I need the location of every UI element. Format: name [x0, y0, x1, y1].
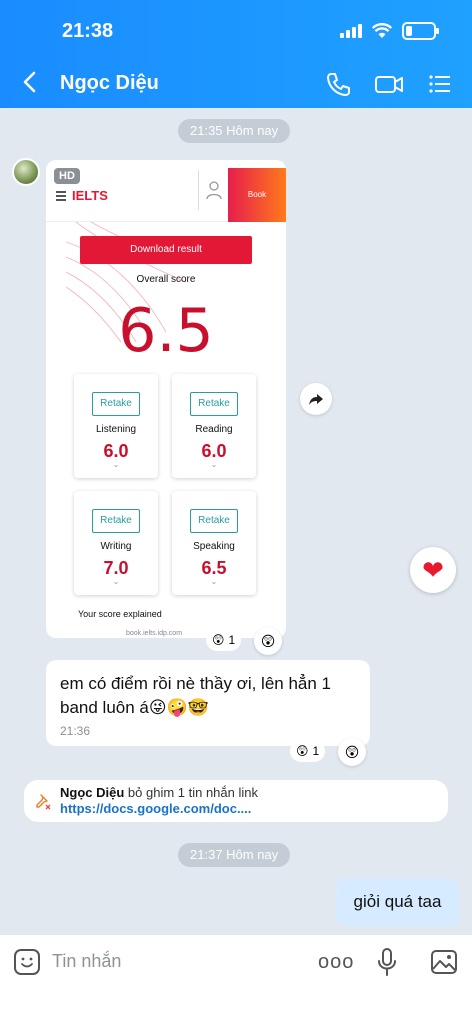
status-time: 21:38 — [62, 20, 114, 42]
react-button[interactable]: 😲 — [254, 627, 282, 655]
score-name: Speaking — [193, 541, 235, 552]
status-icons — [340, 22, 439, 40]
chevron-down-icon: ⌄ — [112, 577, 120, 586]
wifi-icon — [372, 23, 392, 38]
ielts-logo: IELTS — [72, 188, 108, 203]
score-value: 6.0 — [201, 441, 227, 461]
source-url: book.ielts.idp.com — [126, 630, 183, 637]
reaction-emoji: 😲 — [212, 633, 225, 647]
pin-link[interactable]: https://docs.google.com/doc.... — [60, 801, 251, 816]
chevron-down-icon: ⌄ — [210, 577, 218, 586]
contact-name[interactable]: Ngọc Diệu — [60, 72, 159, 95]
score-card-listening: Retake Listening 6.0 ⌄ — [74, 374, 158, 478]
list-menu-icon[interactable] — [426, 70, 454, 98]
message-input[interactable]: Tin nhắn — [52, 951, 121, 972]
score-explained-link: Your score explained — [78, 609, 162, 619]
hamburger-icon — [56, 191, 66, 203]
message-input-bar: Tin nhắn ooo — [0, 934, 472, 1024]
react-button[interactable]: 😲 — [338, 738, 366, 766]
heart-react-button[interactable]: ❤ — [410, 547, 456, 593]
retake-button: Retake — [92, 392, 140, 416]
reaction-number: 1 — [228, 633, 236, 647]
score-name: Listening — [95, 424, 137, 435]
book-button: Book — [228, 168, 286, 222]
time-divider: 21:35 Hôm nay — [178, 119, 291, 143]
score-card-reading: Retake Reading 6.0 ⌄ — [172, 374, 256, 478]
user-icon — [198, 170, 228, 210]
back-button[interactable] — [22, 70, 38, 98]
score-name: Writing — [100, 541, 132, 552]
ielts-header: HD IELTS Book — [46, 160, 286, 222]
outgoing-message[interactable]: giỏi quá taa — [336, 878, 459, 926]
download-result-button: Download result — [80, 236, 252, 264]
time-divider: 21:37 Hôm nay — [178, 843, 291, 867]
chevron-left-icon — [23, 71, 36, 93]
smiley-icon — [21, 957, 33, 968]
share-button[interactable] — [300, 383, 332, 415]
chevron-down-icon: ⌄ — [112, 460, 120, 469]
battery-icon — [402, 22, 439, 40]
signal-icon — [340, 24, 362, 38]
phone-icon[interactable] — [324, 70, 352, 98]
score-value: 7.0 — [103, 558, 129, 578]
chat-header: 21:38 Ngọc Diệu — [0, 0, 472, 108]
unpin-icon — [36, 794, 51, 810]
retake-button: Retake — [190, 509, 238, 533]
image-message[interactable]: HD IELTS Book Download result Overall sc… — [46, 160, 286, 638]
more-options-button[interactable]: ooo — [318, 952, 354, 972]
message-text: em có điểm rồi nè thầy ơi, lên hẳn 1 ban… — [60, 674, 332, 717]
retake-button: Retake — [190, 392, 238, 416]
score-card-speaking: Retake Speaking 6.5 ⌄ — [172, 491, 256, 595]
chevron-down-icon: ⌄ — [210, 460, 218, 469]
score-value: 6.0 — [103, 441, 129, 461]
pin-text: bỏ ghim 1 tin nhắn link — [124, 785, 258, 800]
score-value: 6.5 — [201, 558, 227, 578]
unpin-notice[interactable]: Ngọc Diệu bỏ ghim 1 tin nhắn link https:… — [24, 780, 448, 822]
reaction-number: 1 — [312, 744, 320, 758]
hd-badge: HD — [54, 168, 80, 184]
message-time: 21:36 — [60, 724, 91, 738]
score-name: Reading — [195, 424, 233, 435]
overall-score: 6.5 — [118, 296, 214, 366]
image-gallery-icon[interactable] — [430, 949, 458, 975]
incoming-message[interactable]: em có điểm rồi nè thầy ơi, lên hẳn 1 ban… — [46, 660, 370, 746]
retake-button: Retake — [92, 509, 140, 533]
avatar[interactable] — [12, 158, 40, 186]
overall-score-label: Overall score — [136, 274, 196, 285]
sticker-button[interactable] — [14, 949, 40, 975]
reaction-emoji: 😲 — [296, 744, 309, 758]
reaction-count[interactable]: 😲 1 — [206, 629, 242, 651]
pin-actor: Ngọc Diệu — [60, 785, 125, 800]
reaction-count[interactable]: 😲 1 — [290, 740, 326, 762]
score-card-writing: Retake Writing 7.0 ⌄ — [74, 491, 158, 595]
share-arrow-icon — [309, 394, 323, 405]
microphone-icon[interactable] — [376, 947, 398, 977]
video-camera-icon[interactable] — [374, 70, 404, 98]
